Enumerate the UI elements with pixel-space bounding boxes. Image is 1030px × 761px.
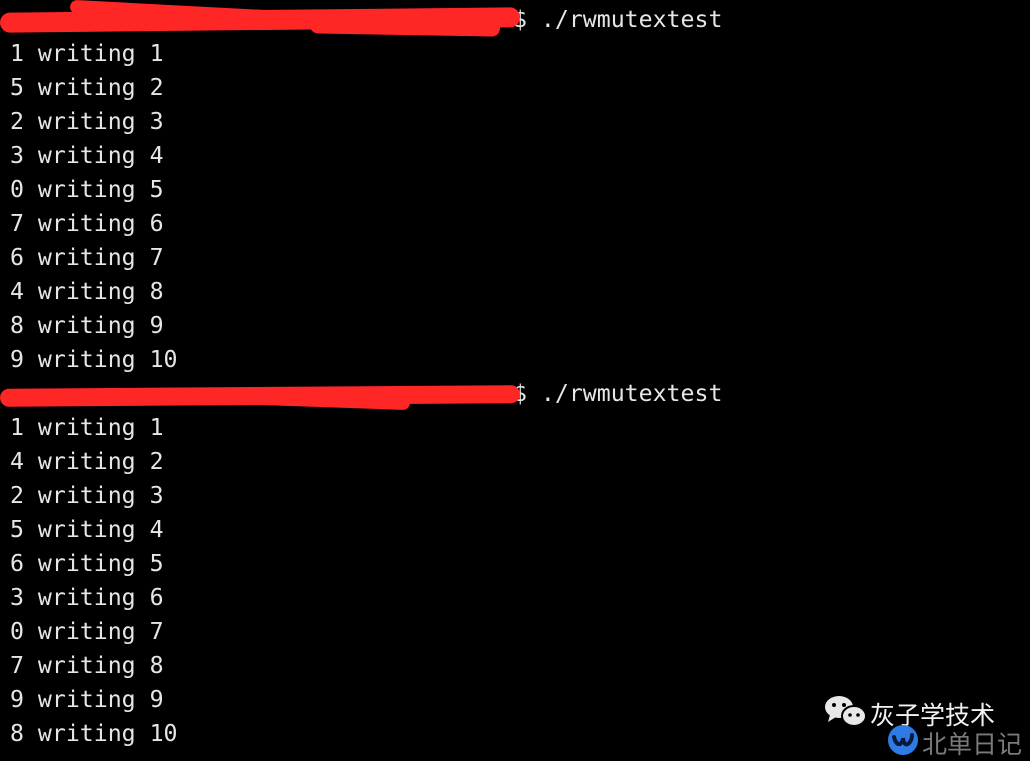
prompt-line: $ ./rwmutextest — [0, 377, 723, 411]
output-line: 5 writing 4 — [10, 516, 164, 543]
blue-circle-logo-icon — [888, 725, 918, 755]
wechat-icon — [825, 696, 867, 727]
redacted-prompt — [0, 377, 521, 411]
output-line: 8 writing 9 — [10, 312, 164, 339]
output-line: 1 writing 1 — [10, 414, 164, 441]
output-line: 7 writing 8 — [10, 652, 164, 679]
command-text: $ ./rwmutextest — [513, 380, 723, 407]
output-line: 2 writing 3 — [10, 108, 164, 135]
output-line: 9 writing 9 — [10, 686, 164, 713]
watermark-platform: 北单日记 — [922, 730, 1023, 759]
output-line: 6 writing 7 — [10, 244, 164, 271]
output-line: 3 writing 6 — [10, 584, 164, 611]
output-line: 8 writing 10 — [10, 720, 178, 747]
prompt-line: $ ./rwmutextest — [0, 0, 723, 37]
output-line: 0 writing 7 — [10, 618, 164, 645]
output-line: 6 writing 5 — [10, 550, 164, 577]
output-line: 9 writing 10 — [10, 346, 178, 373]
output-line: 0 writing 5 — [10, 176, 164, 203]
output-line: 4 writing 8 — [10, 278, 164, 305]
redacted-prompt — [0, 0, 521, 37]
output-line: 7 writing 6 — [10, 210, 164, 237]
output-line: 1 writing 1 — [10, 40, 164, 67]
terminal-output: $ ./rwmutextest 1 writing 1 5 writing 2 … — [0, 0, 723, 751]
command-text: $ ./rwmutextest — [513, 6, 723, 33]
output-line: 5 writing 2 — [10, 74, 164, 101]
output-line: 4 writing 2 — [10, 448, 164, 475]
output-line: 2 writing 3 — [10, 482, 164, 509]
output-line: 3 writing 4 — [10, 142, 164, 169]
